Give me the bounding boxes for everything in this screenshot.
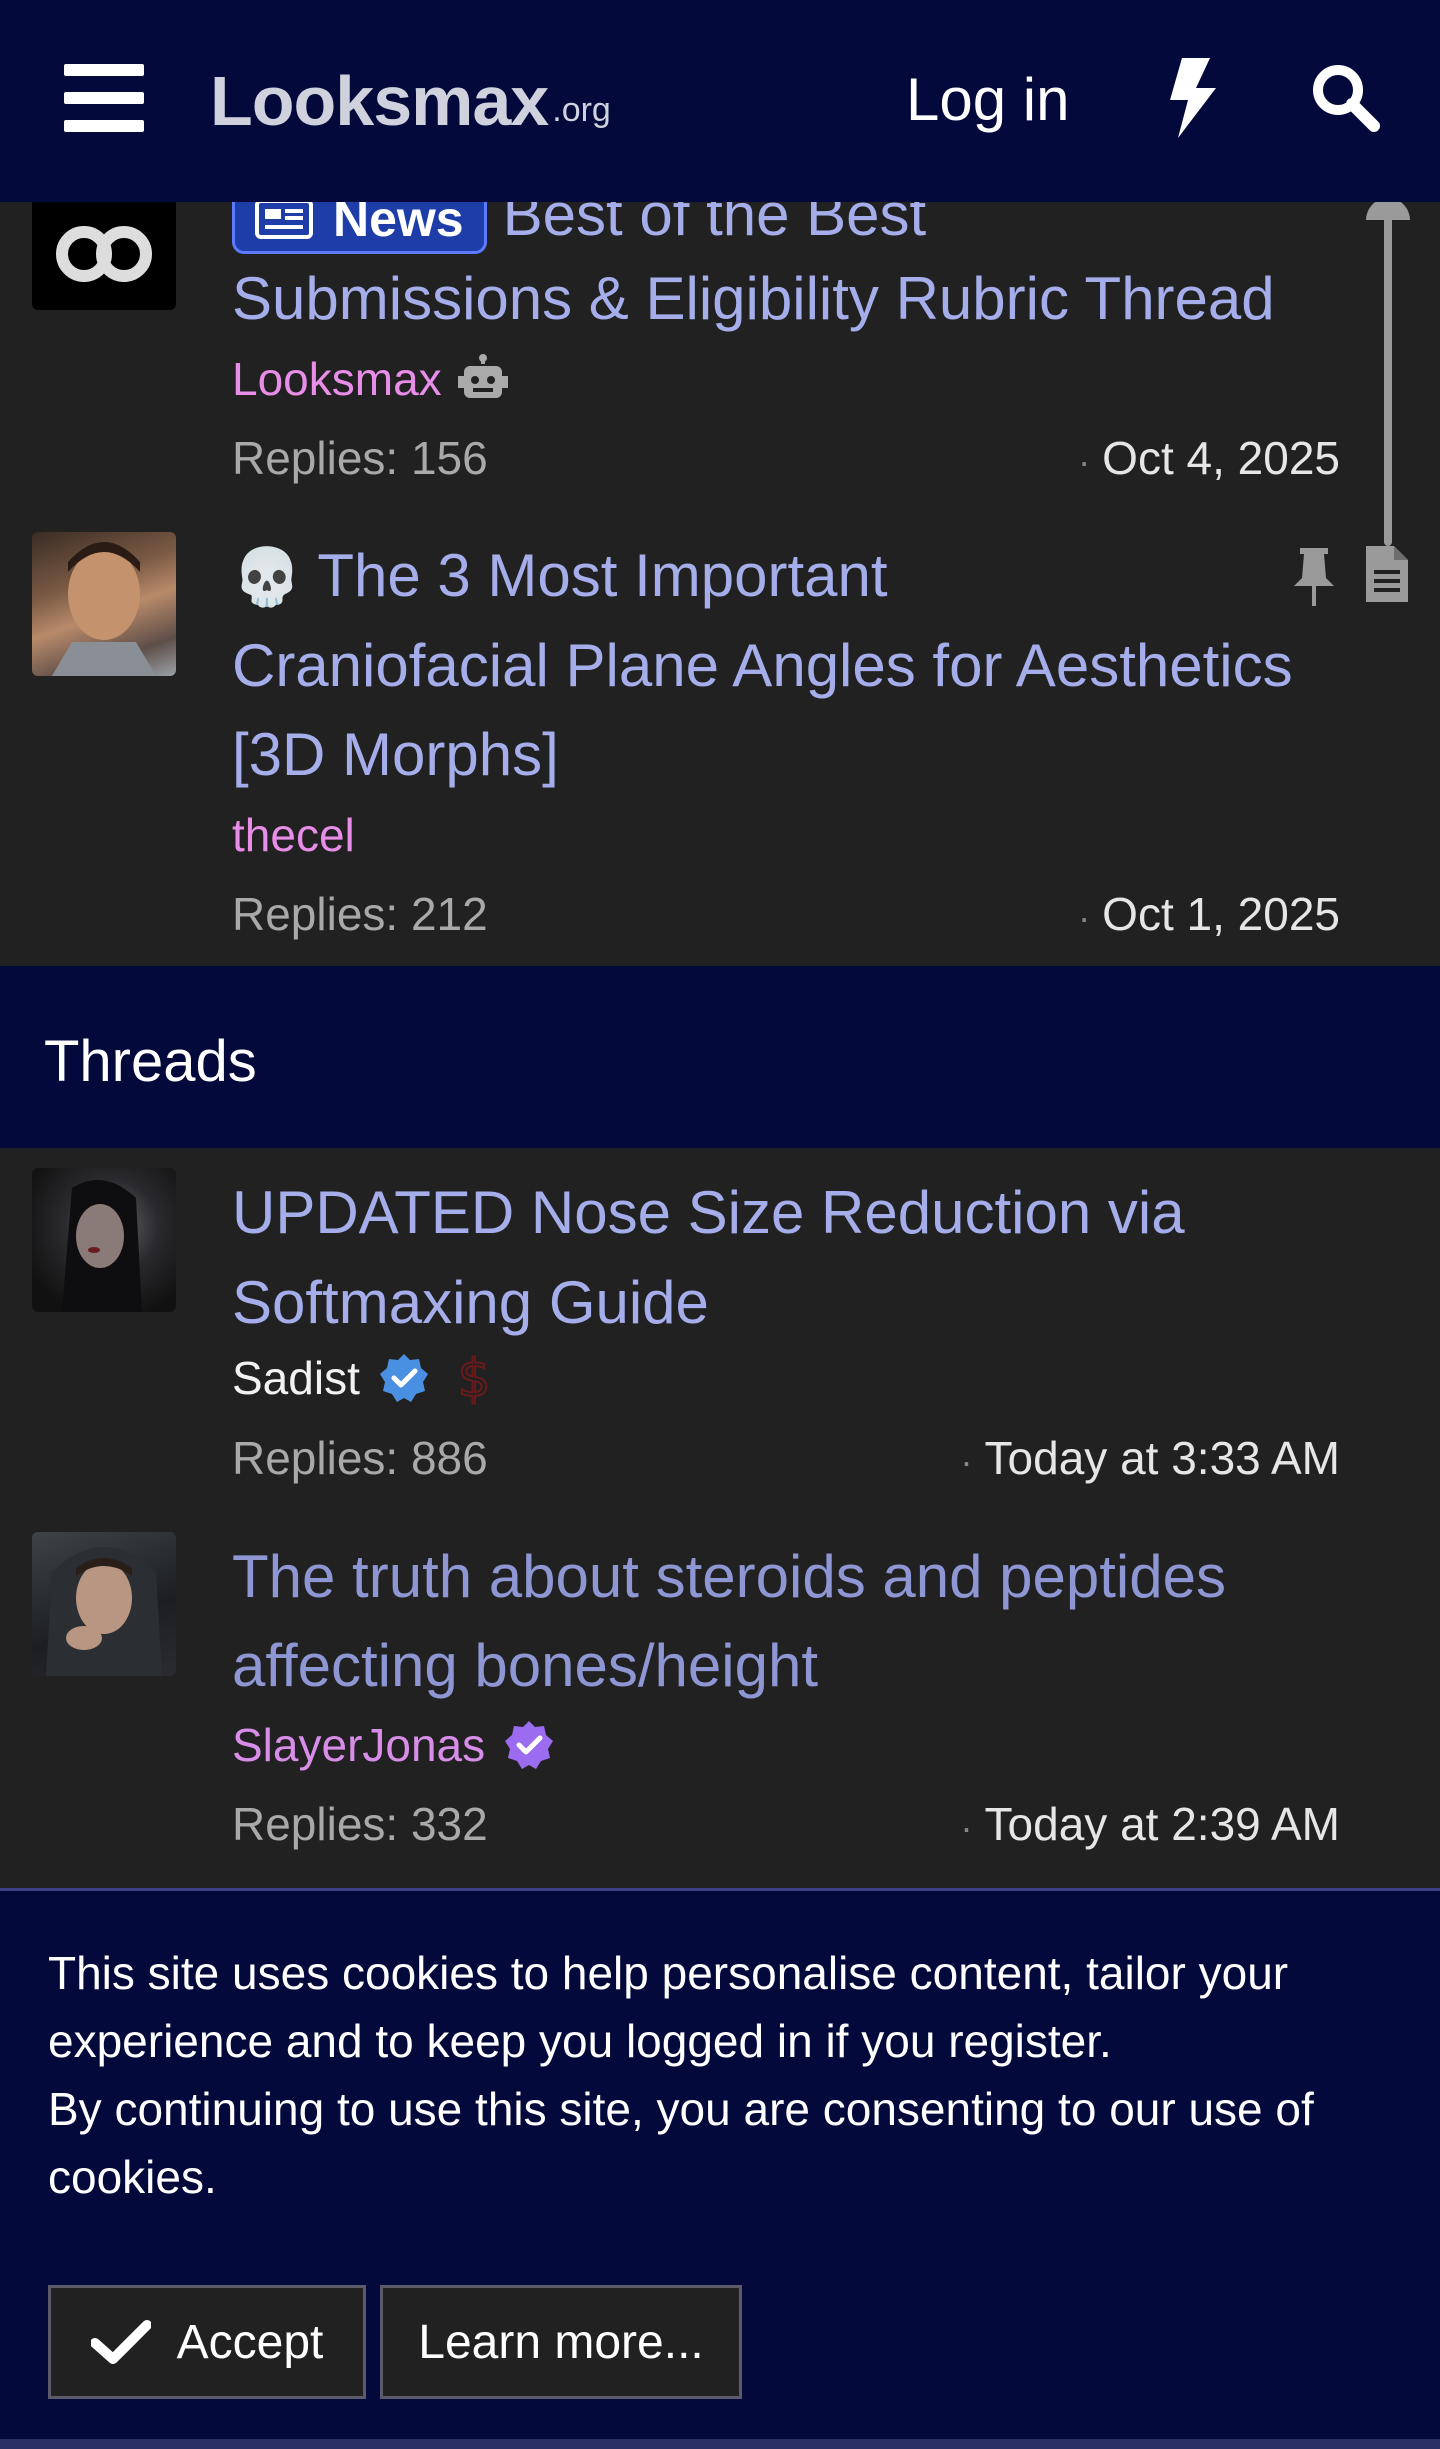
thread-title-line2[interactable]: affecting bones/height xyxy=(232,1621,818,1711)
newspaper-icon xyxy=(255,199,313,240)
pin-icon xyxy=(1294,548,1334,606)
sticky-thread-item[interactable]: 💀 The 3 Most Important Craniofacial Plan… xyxy=(0,510,1440,966)
thread-author[interactable]: Looksmax xyxy=(232,349,508,409)
accept-button[interactable]: Accept xyxy=(48,2285,366,2399)
thread-title-line1[interactable]: The 3 Most Important xyxy=(317,542,887,609)
logo-main-text: Looksmax xyxy=(210,62,549,140)
replies-count: Replies: 212 xyxy=(232,888,488,940)
thread-author[interactable]: thecel xyxy=(232,805,355,865)
author-name[interactable]: Looksmax xyxy=(232,349,442,409)
avatar-face-image xyxy=(46,1547,162,1676)
verified-icon xyxy=(379,1354,428,1402)
check-icon xyxy=(90,2320,151,2364)
thread-item[interactable]: UPDATED Nose Size Reduction via Softmaxi… xyxy=(0,1148,1440,1514)
bottom-divider xyxy=(0,2439,1440,2449)
sticky-thread-item[interactable]: News Best of the Best Submissions & Elig… xyxy=(0,150,1440,510)
author-name[interactable]: SlayerJonas xyxy=(232,1715,485,1775)
logo-tld-text: .org xyxy=(552,91,611,129)
replies-count: Replies: 156 xyxy=(232,432,488,484)
accept-button-label: Accept xyxy=(176,2315,324,2369)
dollar-icon: $ xyxy=(456,1350,491,1406)
document-icon xyxy=(1366,546,1408,602)
hamburger-menu-icon[interactable] xyxy=(64,64,144,132)
thread-item[interactable]: The truth about steroids and peptides af… xyxy=(0,1514,1440,1888)
last-post-date[interactable]: Oct 1, 2025 xyxy=(1078,884,1340,948)
learn-more-button[interactable]: Learn more... xyxy=(380,2285,742,2399)
thread-title[interactable]: The truth about steroids and peptides xyxy=(232,1532,1226,1622)
thread-title-line3[interactable]: [3D Morphs] xyxy=(232,710,559,800)
replies-count: Replies: 332 xyxy=(232,1798,488,1850)
thread-title-line2[interactable]: Softmaxing Guide xyxy=(232,1258,709,1348)
thread-title[interactable]: 💀 The 3 Most Important xyxy=(232,531,1382,623)
last-post-date[interactable]: Today at 2:39 AM xyxy=(961,1794,1340,1858)
avatar-face-image xyxy=(52,542,156,676)
robot-icon xyxy=(457,354,508,398)
svg-text:$: $ xyxy=(457,1350,490,1406)
learn-more-label: Learn more... xyxy=(418,2315,704,2369)
login-link[interactable]: Log in xyxy=(906,60,1069,140)
avatar-face-image xyxy=(62,1180,142,1312)
replies-count: Replies: 886 xyxy=(232,1432,488,1484)
cookie-notice-line1: This site uses cookies to help personali… xyxy=(48,1947,1289,2067)
section-title: Threads xyxy=(44,1029,257,1094)
site-header: Looksmax .org Log in xyxy=(0,0,1440,202)
thread-title-line2[interactable]: Submissions & Eligibility Rubric Thread xyxy=(232,254,1275,344)
site-logo[interactable]: Looksmax .org xyxy=(210,56,611,136)
bolt-icon[interactable] xyxy=(1160,58,1220,138)
last-post-date[interactable]: Today at 3:33 AM xyxy=(961,1428,1340,1492)
search-icon[interactable] xyxy=(1310,62,1380,132)
last-post-date[interactable]: Oct 4, 2025 xyxy=(1078,428,1340,492)
cookie-text: This site uses cookies to help personali… xyxy=(48,1939,1408,2211)
thread-author[interactable]: SlayerJonas xyxy=(232,1715,555,1775)
skull-icon: 💀 xyxy=(232,545,302,610)
thread-title[interactable]: UPDATED Nose Size Reduction via xyxy=(232,1168,1185,1258)
cookie-notice-line2: By continuing to use this site, you are … xyxy=(48,2083,1314,2203)
author-name[interactable]: Sadist xyxy=(232,1348,360,1408)
cookie-banner: This site uses cookies to help personali… xyxy=(0,1888,1440,2449)
avatar[interactable] xyxy=(32,1532,176,1676)
avatar[interactable] xyxy=(32,532,176,676)
scrollbar[interactable] xyxy=(1384,206,1392,546)
thread-title-line2[interactable]: Craniofacial Plane Angles for Aesthetics xyxy=(232,621,1293,711)
threads-section-header: Threads xyxy=(0,966,1440,1148)
author-name[interactable]: thecel xyxy=(232,805,355,865)
verified-icon xyxy=(505,1721,554,1769)
thread-author[interactable]: Sadist $ xyxy=(232,1348,494,1408)
avatar[interactable] xyxy=(32,1168,176,1312)
